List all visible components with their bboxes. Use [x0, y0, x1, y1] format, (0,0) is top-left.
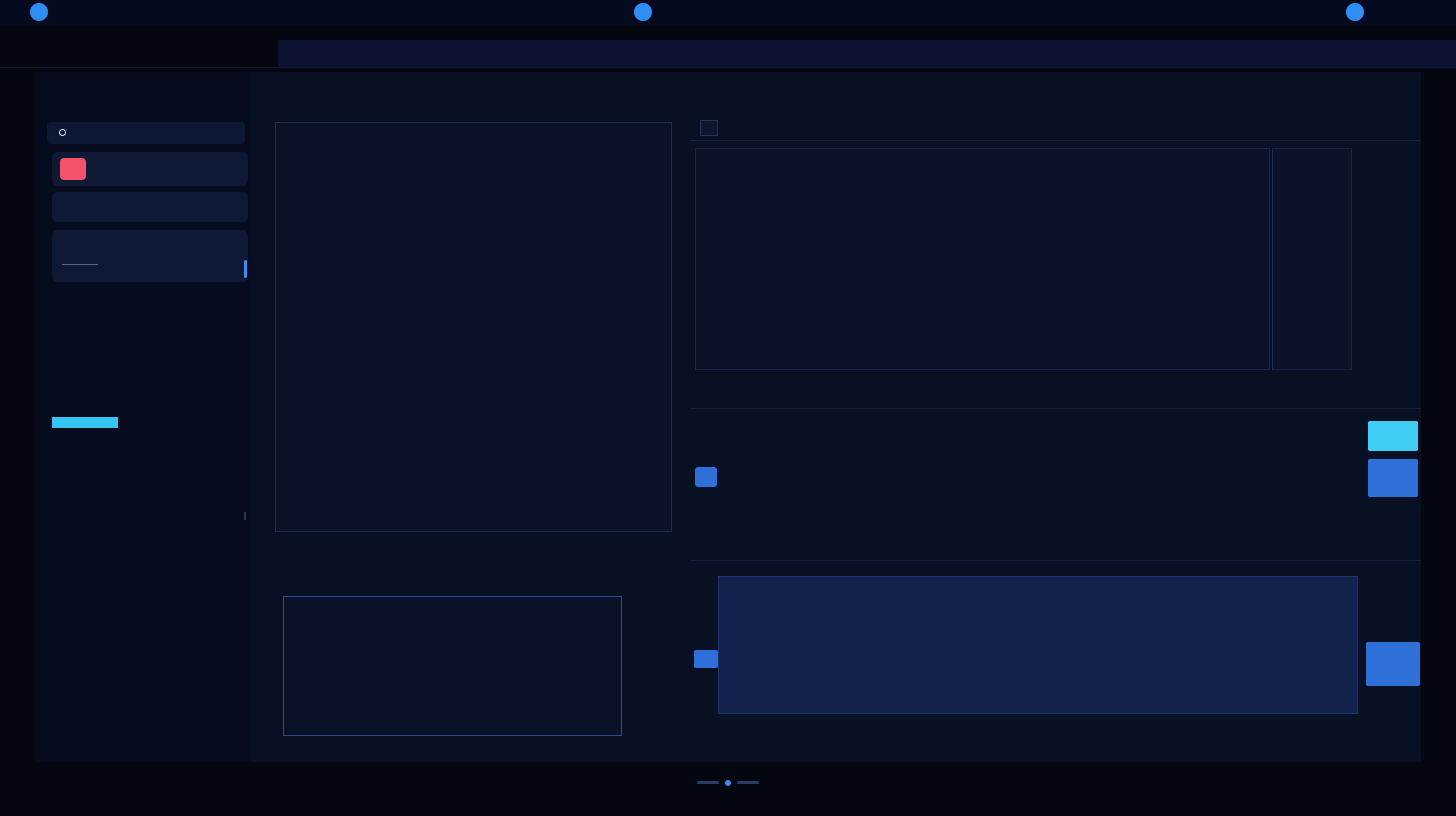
oscillator-chip[interactable] — [694, 650, 718, 668]
user-menu-icon[interactable] — [1346, 3, 1364, 21]
oscillator-button[interactable] — [1366, 642, 1420, 686]
search-input[interactable] — [278, 40, 1456, 67]
pager-active-dot[interactable] — [725, 780, 731, 786]
app-logo-icon — [634, 3, 652, 21]
status-dot-icon — [59, 129, 66, 136]
sidebar-stat-row[interactable] — [47, 122, 245, 144]
sidebar — [35, 72, 251, 762]
oscillator-x-axis — [718, 718, 1358, 730]
divider — [690, 140, 1421, 141]
main-candle-chart[interactable] — [275, 122, 672, 532]
divider — [62, 264, 98, 265]
volume-y-axis — [261, 596, 281, 736]
right-candle-chart[interactable] — [695, 148, 1270, 370]
price-scale-column — [1272, 148, 1352, 370]
purple-area-plot[interactable] — [718, 414, 1358, 536]
sidebar-text-2 — [56, 306, 62, 318]
search-row — [0, 38, 1456, 68]
right-candle-plot[interactable] — [753, 155, 1269, 369]
sidebar-trade-row[interactable] — [52, 230, 248, 282]
divider — [690, 560, 1421, 561]
brand-logo-icon[interactable] — [30, 3, 48, 21]
go-badge — [60, 158, 86, 180]
area-left-chip[interactable] — [695, 467, 717, 487]
sidebar-scrollbar-thumb[interactable] — [244, 260, 247, 278]
symbol-chip[interactable] — [700, 120, 718, 136]
app-root — [0, 0, 1456, 816]
pager-dash[interactable] — [697, 781, 719, 784]
red-volume-chart[interactable] — [283, 596, 622, 736]
watch-list-column — [1358, 148, 1421, 370]
cyan-action-button[interactable] — [1368, 421, 1418, 451]
sidebar-scrollbar-tick — [244, 512, 246, 520]
pager-dash[interactable] — [737, 781, 759, 784]
oscillator-chart[interactable] — [718, 576, 1358, 714]
candlestick-plot[interactable] — [276, 123, 671, 531]
topbar — [0, 0, 1456, 26]
oscillator-plot[interactable] — [719, 577, 1357, 713]
progress-bar — [52, 417, 118, 428]
sidebar-alert-row[interactable] — [52, 152, 248, 186]
red-volume-plot[interactable] — [284, 597, 621, 735]
blue-action-button[interactable] — [1368, 459, 1418, 497]
carousel-pager — [0, 772, 1456, 791]
content-area — [35, 72, 1421, 762]
divider — [690, 408, 1421, 409]
sidebar-flag-row[interactable] — [52, 192, 248, 222]
